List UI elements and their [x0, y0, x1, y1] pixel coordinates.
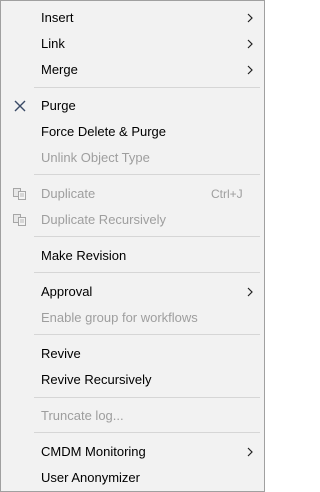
copy-document-icon	[13, 214, 26, 226]
menu-item-label: Duplicate Recursively	[41, 212, 166, 227]
menu-item-user-anonymizer[interactable]: User Anonymizer	[1, 466, 264, 490]
menu-separator	[34, 272, 260, 273]
menu-item-force-delete-purge[interactable]: Force Delete & Purge	[1, 120, 264, 144]
menu-item-cmdm-monitoring[interactable]: CMDM Monitoring	[1, 440, 264, 464]
menu-item-purge[interactable]: Purge	[1, 94, 264, 118]
menu-item-label: Merge	[41, 62, 78, 77]
menu-separator	[34, 87, 260, 88]
menu-item-link[interactable]: Link	[1, 32, 264, 56]
chevron-right-icon	[247, 287, 253, 297]
menu-item-revive[interactable]: Revive	[1, 342, 264, 366]
menu-item-label: Truncate log...	[41, 408, 124, 423]
menu-item-label: Purge	[41, 98, 76, 113]
menu-item-label: Unlink Object Type	[41, 150, 150, 165]
menu-item-make-revision[interactable]: Make Revision	[1, 244, 264, 268]
copy-document-icon	[13, 188, 26, 200]
menu-item-enable-group-workflows[interactable]: Enable group for workflows	[1, 306, 264, 330]
menu-separator	[34, 334, 260, 335]
menu-item-merge[interactable]: Merge	[1, 58, 264, 82]
menu-item-label: Force Delete & Purge	[41, 124, 167, 139]
menu-item-label: User Anonymizer	[41, 470, 140, 485]
menu-separator	[34, 397, 260, 398]
chevron-right-icon	[247, 447, 253, 457]
cross-icon	[14, 100, 26, 112]
menu-item-label: Revive	[41, 346, 81, 361]
menu-separator	[34, 174, 260, 175]
menu-separator	[34, 236, 260, 237]
shortcut-label: Ctrl+J	[211, 187, 243, 201]
chevron-right-icon	[247, 13, 253, 23]
menu-item-label: Enable group for workflows	[41, 310, 198, 325]
menu-separator	[34, 432, 260, 433]
menu-item-duplicate[interactable]: Duplicate Ctrl+J	[1, 182, 264, 206]
menu-item-unlink-object-type[interactable]: Unlink Object Type	[1, 146, 264, 170]
menu-item-label: Link	[41, 36, 65, 51]
menu-item-approval[interactable]: Approval	[1, 280, 264, 304]
chevron-right-icon	[247, 65, 253, 75]
chevron-right-icon	[247, 39, 253, 49]
menu-item-insert[interactable]: Insert	[1, 6, 264, 30]
menu-item-label: Duplicate	[41, 186, 96, 201]
menu-item-label: CMDM Monitoring	[41, 444, 146, 459]
menu-item-label: Insert	[41, 10, 74, 25]
menu-item-duplicate-recursively[interactable]: Duplicate Recursively	[1, 208, 264, 232]
menu-item-revive-recursively[interactable]: Revive Recursively	[1, 368, 264, 392]
menu-item-label: Revive Recursively	[41, 372, 152, 387]
menu-item-label: Make Revision	[41, 248, 127, 263]
menu-item-label: Approval	[41, 284, 93, 299]
context-menu: Insert Link Merge Purge Force Delete & P…	[0, 0, 265, 492]
menu-item-truncate-log[interactable]: Truncate log...	[1, 404, 264, 428]
